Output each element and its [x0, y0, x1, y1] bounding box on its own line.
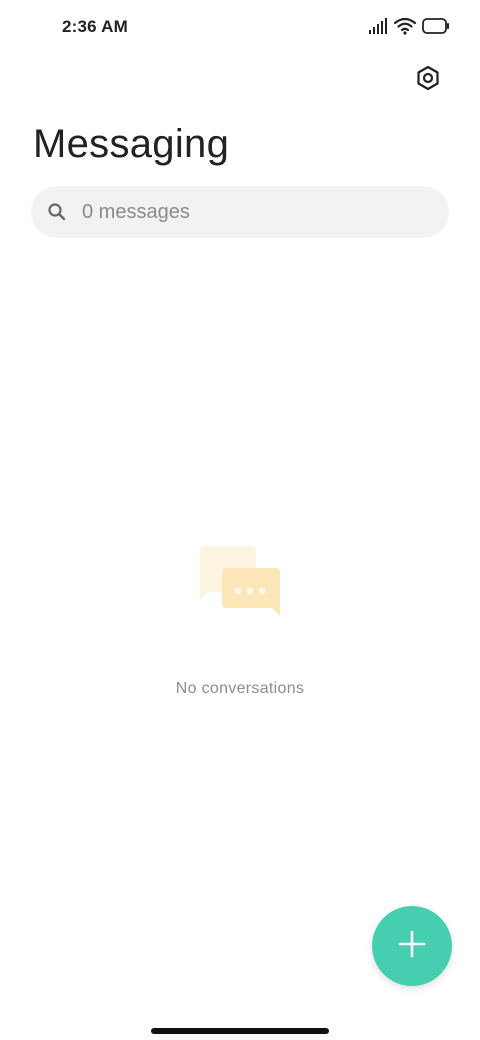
new-conversation-button[interactable] [372, 906, 452, 986]
search-bar[interactable] [31, 186, 449, 238]
search-input[interactable] [82, 200, 412, 224]
status-icons [368, 17, 450, 40]
signal-icon [368, 18, 388, 39]
chat-bubbles-icon [190, 540, 290, 630]
status-time: 2:36 AM [62, 17, 128, 36]
page-title: Messaging [33, 122, 230, 166]
settings-button[interactable] [412, 64, 444, 96]
status-bar: 2:36 AM [0, 0, 480, 56]
settings-hexagon-icon [415, 65, 441, 96]
wifi-icon [393, 17, 417, 40]
empty-state-message: No conversations [175, 680, 305, 697]
battery-icon [422, 18, 450, 39]
plus-icon [397, 929, 427, 964]
search-icon [46, 201, 68, 223]
home-indicator[interactable] [151, 1028, 329, 1034]
empty-state: No conversations [0, 540, 480, 698]
